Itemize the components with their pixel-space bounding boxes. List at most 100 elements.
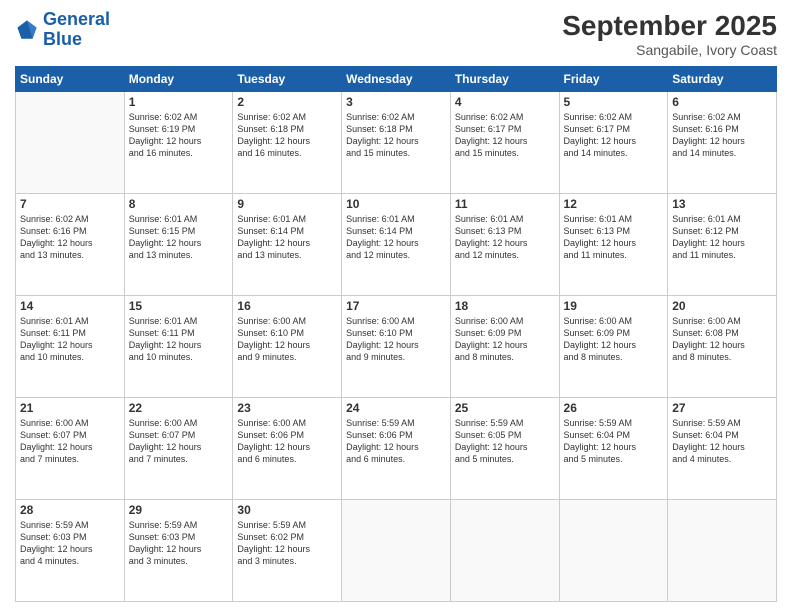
day-info: Sunrise: 6:02 AM Sunset: 6:19 PM Dayligh… [129, 111, 229, 160]
day-info: Sunrise: 6:02 AM Sunset: 6:16 PM Dayligh… [672, 111, 772, 160]
calendar-cell: 13Sunrise: 6:01 AM Sunset: 6:12 PM Dayli… [668, 194, 777, 296]
title-block: September 2025 Sangabile, Ivory Coast [562, 10, 777, 58]
day-info: Sunrise: 6:01 AM Sunset: 6:11 PM Dayligh… [129, 315, 229, 364]
day-number: 8 [129, 197, 229, 211]
page: General Blue September 2025 Sangabile, I… [0, 0, 792, 612]
calendar-cell: 24 Sunrise: 5:59 AM Sunset: 6:06 PM Dayli… [342, 398, 451, 500]
logo-line1: General [43, 9, 110, 29]
day-header-tuesday: Tuesday [233, 67, 342, 92]
day-number: 4 [455, 95, 555, 109]
calendar: SundayMondayTuesdayWednesdayThursdayFrid… [15, 66, 777, 602]
calendar-cell: 15 Sunrise: 6:01 AM Sunset: 6:11 PM Dayli… [124, 296, 233, 398]
day-info: Sunrise: 6:00 AM Sunset: 6:10 PM Dayligh… [346, 315, 446, 364]
calendar-cell: 30 Sunrise: 5:59 AM Sunset: 6:02 PM Dayli… [233, 500, 342, 602]
day-number: 7 [20, 197, 120, 211]
day-info: Sunrise: 5:59 AM Sunset: 6:03 PM Dayligh… [20, 519, 120, 568]
day-info: Sunrise: 6:00 AM Sunset: 6:08 PM Dayligh… [672, 315, 772, 364]
calendar-cell: 29Sunrise: 5:59 AM Sunset: 6:03 PM Dayli… [124, 500, 233, 602]
calendar-cell: 12Sunrise: 6:01 AM Sunset: 6:13 PM Dayli… [559, 194, 668, 296]
calendar-cell [342, 500, 451, 602]
day-number: 17 [346, 299, 446, 313]
calendar-cell [559, 500, 668, 602]
day-number: 10 [346, 197, 446, 211]
day-header-wednesday: Wednesday [342, 67, 451, 92]
day-info: Sunrise: 6:01 AM Sunset: 6:13 PM Dayligh… [564, 213, 664, 262]
day-info: Sunrise: 6:01 AM Sunset: 6:15 PM Dayligh… [129, 213, 229, 262]
month-year: September 2025 [562, 10, 777, 42]
calendar-cell [668, 500, 777, 602]
calendar-cell: 5 Sunrise: 6:02 AM Sunset: 6:17 PM Daylig… [559, 92, 668, 194]
calendar-cell: 8 Sunrise: 6:01 AM Sunset: 6:15 PM Daylig… [124, 194, 233, 296]
day-info: Sunrise: 5:59 AM Sunset: 6:04 PM Dayligh… [564, 417, 664, 466]
day-number: 6 [672, 95, 772, 109]
header: General Blue September 2025 Sangabile, I… [15, 10, 777, 58]
day-header-thursday: Thursday [450, 67, 559, 92]
day-number: 11 [455, 197, 555, 211]
day-number: 25 [455, 401, 555, 415]
day-number: 28 [20, 503, 120, 517]
calendar-cell: 28 Sunrise: 5:59 AM Sunset: 6:03 PM Dayli… [16, 500, 125, 602]
day-info: Sunrise: 5:59 AM Sunset: 6:04 PM Dayligh… [672, 417, 772, 466]
calendar-cell: 16Sunrise: 6:00 AM Sunset: 6:10 PM Dayli… [233, 296, 342, 398]
day-number: 13 [672, 197, 772, 211]
calendar-cell: 9 Sunrise: 6:01 AM Sunset: 6:14 PM Daylig… [233, 194, 342, 296]
calendar-cell: 26 Sunrise: 5:59 AM Sunset: 6:04 PM Dayli… [559, 398, 668, 500]
day-number: 14 [20, 299, 120, 313]
day-info: Sunrise: 6:02 AM Sunset: 6:17 PM Dayligh… [564, 111, 664, 160]
calendar-cell: 25 Sunrise: 5:59 AM Sunset: 6:05 PM Dayli… [450, 398, 559, 500]
day-info: Sunrise: 6:00 AM Sunset: 6:09 PM Dayligh… [564, 315, 664, 364]
day-info: Sunrise: 6:01 AM Sunset: 6:11 PM Dayligh… [20, 315, 120, 364]
day-number: 26 [564, 401, 664, 415]
calendar-header-row: SundayMondayTuesdayWednesdayThursdayFrid… [16, 67, 777, 92]
day-info: Sunrise: 5:59 AM Sunset: 6:06 PM Dayligh… [346, 417, 446, 466]
day-info: Sunrise: 5:59 AM Sunset: 6:02 PM Dayligh… [237, 519, 337, 568]
calendar-cell: 14 Sunrise: 6:01 AM Sunset: 6:11 PM Dayli… [16, 296, 125, 398]
day-number: 23 [237, 401, 337, 415]
day-number: 29 [129, 503, 229, 517]
calendar-cell: 1Sunrise: 6:02 AM Sunset: 6:19 PM Daylig… [124, 92, 233, 194]
day-number: 30 [237, 503, 337, 517]
day-number: 15 [129, 299, 229, 313]
day-number: 20 [672, 299, 772, 313]
calendar-cell: 21Sunrise: 6:00 AM Sunset: 6:07 PM Dayli… [16, 398, 125, 500]
location: Sangabile, Ivory Coast [562, 42, 777, 58]
day-number: 9 [237, 197, 337, 211]
calendar-cell [16, 92, 125, 194]
day-info: Sunrise: 6:00 AM Sunset: 6:07 PM Dayligh… [129, 417, 229, 466]
day-header-saturday: Saturday [668, 67, 777, 92]
calendar-cell: 7 Sunrise: 6:02 AM Sunset: 6:16 PM Daylig… [16, 194, 125, 296]
calendar-cell: 2Sunrise: 6:02 AM Sunset: 6:18 PM Daylig… [233, 92, 342, 194]
calendar-cell: 19 Sunrise: 6:00 AM Sunset: 6:09 PM Dayli… [559, 296, 668, 398]
day-number: 2 [237, 95, 337, 109]
day-info: Sunrise: 6:00 AM Sunset: 6:09 PM Dayligh… [455, 315, 555, 364]
day-header-friday: Friday [559, 67, 668, 92]
day-info: Sunrise: 6:01 AM Sunset: 6:14 PM Dayligh… [237, 213, 337, 262]
day-number: 24 [346, 401, 446, 415]
calendar-cell: 27 Sunrise: 5:59 AM Sunset: 6:04 PM Dayli… [668, 398, 777, 500]
day-number: 16 [237, 299, 337, 313]
day-info: Sunrise: 6:02 AM Sunset: 6:16 PM Dayligh… [20, 213, 120, 262]
day-header-sunday: Sunday [16, 67, 125, 92]
logo: General Blue [15, 10, 110, 50]
logo-line2: Blue [43, 29, 82, 49]
day-info: Sunrise: 6:00 AM Sunset: 6:06 PM Dayligh… [237, 417, 337, 466]
day-info: Sunrise: 6:01 AM Sunset: 6:14 PM Dayligh… [346, 213, 446, 262]
day-info: Sunrise: 6:00 AM Sunset: 6:07 PM Dayligh… [20, 417, 120, 466]
calendar-cell: 4 Sunrise: 6:02 AM Sunset: 6:17 PM Daylig… [450, 92, 559, 194]
day-info: Sunrise: 6:01 AM Sunset: 6:13 PM Dayligh… [455, 213, 555, 262]
day-info: Sunrise: 6:02 AM Sunset: 6:17 PM Dayligh… [455, 111, 555, 160]
day-number: 19 [564, 299, 664, 313]
day-info: Sunrise: 5:59 AM Sunset: 6:05 PM Dayligh… [455, 417, 555, 466]
day-number: 27 [672, 401, 772, 415]
calendar-cell: 23 Sunrise: 6:00 AM Sunset: 6:06 PM Dayli… [233, 398, 342, 500]
week-row-2: 14 Sunrise: 6:01 AM Sunset: 6:11 PM Dayli… [16, 296, 777, 398]
calendar-cell: 11 Sunrise: 6:01 AM Sunset: 6:13 PM Dayli… [450, 194, 559, 296]
logo-text: General Blue [43, 10, 110, 50]
calendar-cell: 10 Sunrise: 6:01 AM Sunset: 6:14 PM Dayli… [342, 194, 451, 296]
day-number: 5 [564, 95, 664, 109]
day-number: 18 [455, 299, 555, 313]
logo-icon [15, 18, 39, 42]
calendar-cell: 17 Sunrise: 6:00 AM Sunset: 6:10 PM Dayli… [342, 296, 451, 398]
calendar-cell: 20 Sunrise: 6:00 AM Sunset: 6:08 PM Dayli… [668, 296, 777, 398]
calendar-cell: 22Sunrise: 6:00 AM Sunset: 6:07 PM Dayli… [124, 398, 233, 500]
